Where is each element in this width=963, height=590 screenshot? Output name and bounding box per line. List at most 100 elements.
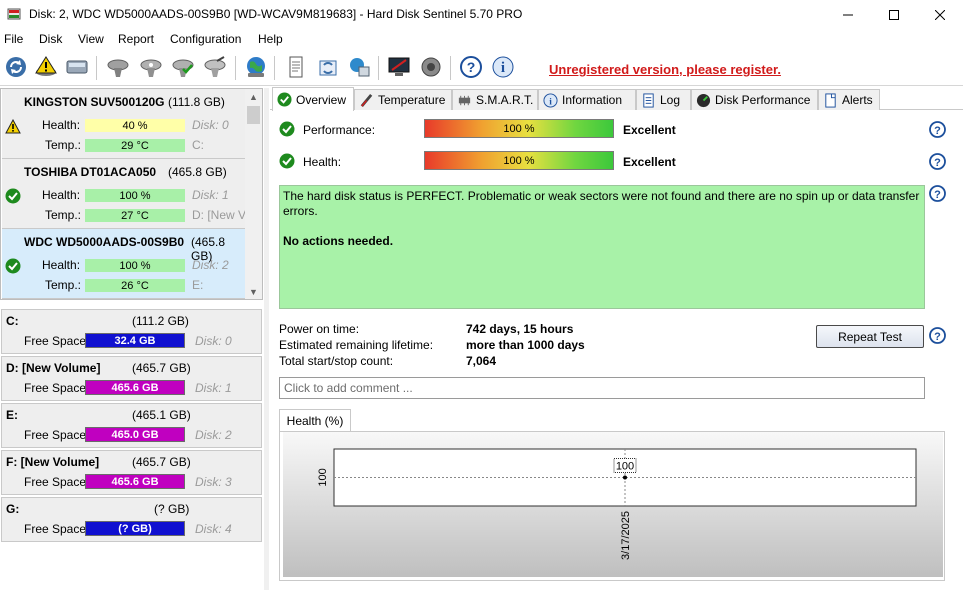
toolbar: ? i Unregistered version, please registe… [0, 50, 963, 86]
menu-report[interactable]: Report [118, 32, 154, 46]
volume-disk-ref: Disk: 0 [195, 334, 232, 348]
free-space-bar: 465.6 GB [85, 380, 185, 395]
comment-input[interactable]: Click to add comment ... [279, 377, 925, 399]
panel-splitter[interactable] [264, 88, 269, 590]
ok-check-icon [5, 258, 21, 274]
disk-item-toshiba[interactable]: TOSHIBA DT01ACA050 (465.8 GB) Health: 10… [2, 159, 246, 229]
status-description: The hard disk status is PERFECT. Problem… [279, 185, 925, 309]
volume-item-f[interactable]: F: [New Volume] (465.7 GB) Free Space 46… [1, 450, 262, 495]
health-gauge: 100 % [424, 151, 614, 170]
scroll-thumb[interactable] [247, 106, 260, 124]
tab-temperature[interactable]: Temperature [354, 89, 452, 110]
disk-ref: Disk: 1 [192, 188, 229, 202]
svg-text:?: ? [467, 59, 476, 75]
disk-tool-1-button[interactable] [104, 53, 132, 81]
help-icon[interactable]: ? [929, 121, 946, 138]
tab-overview[interactable]: Overview [272, 87, 354, 111]
disk-list-scrollbar[interactable]: ▲ ▼ [245, 89, 262, 299]
disk-size: (111.8 GB) [168, 95, 225, 109]
svg-text:?: ? [934, 189, 941, 201]
volume-item-c[interactable]: C: (111.2 GB) Free Space 32.4 GB Disk: 0 [1, 309, 262, 354]
network-report-button[interactable] [345, 53, 373, 81]
refresh-button[interactable] [2, 53, 30, 81]
menu-disk[interactable]: Disk [39, 32, 62, 46]
help-icon[interactable]: ? [929, 327, 946, 344]
disk-name: KINGSTON SUV500120G [24, 95, 165, 109]
disk-check-button[interactable] [169, 53, 197, 81]
temp-bar: 26 °C [85, 279, 185, 292]
disk-test-button[interactable] [137, 53, 165, 81]
tab-health-chart[interactable]: Health (%) [279, 409, 351, 432]
disk-button[interactable] [63, 53, 91, 81]
menu-file[interactable]: File [4, 32, 23, 46]
sound-button[interactable] [417, 53, 445, 81]
free-space-bar: 32.4 GB [85, 333, 185, 348]
info-button[interactable]: i [489, 53, 517, 81]
scroll-down-icon[interactable]: ▼ [249, 287, 258, 297]
log-page-icon [643, 92, 654, 108]
tab-label: Disk Performance [715, 93, 811, 107]
unregistered-link[interactable]: Unregistered version, please register. [549, 62, 781, 77]
disk-repair-button[interactable] [201, 53, 229, 81]
volume-item-e[interactable]: E: (465.1 GB) Free Space 465.0 GB Disk: … [1, 403, 262, 448]
help-icon[interactable]: ? [929, 153, 946, 170]
menu-configuration[interactable]: Configuration [170, 32, 241, 46]
help-icon[interactable]: ? [929, 185, 946, 202]
web-button[interactable] [242, 53, 270, 81]
toolbar-separator [235, 56, 236, 80]
repeat-test-button[interactable]: Repeat Test [816, 325, 924, 348]
alert-button[interactable] [32, 53, 60, 81]
tab-smart[interactable]: S.M.A.R.T. [452, 89, 538, 110]
disk-item-kingston[interactable]: KINGSTON SUV500120G (111.8 GB) Health: 4… [2, 89, 246, 159]
minimize-button[interactable] [825, 0, 871, 29]
temp-label: Temp.: [45, 208, 82, 222]
volume-item-d[interactable]: D: [New Volume] (465.7 GB) Free Space 46… [1, 356, 262, 401]
volume-item-g[interactable]: G: (? GB) Free Space (? GB) Disk: 4 [1, 497, 262, 542]
y-tick-label: 100 [317, 468, 329, 486]
toolbar-separator [378, 56, 379, 80]
health-chart: 100 3/17/2025 100 [283, 432, 943, 577]
warning-disk-icon [35, 56, 57, 76]
help-button[interactable]: ? [457, 53, 485, 81]
tab-disk-performance[interactable]: Disk Performance [691, 89, 818, 110]
terminal-button[interactable] [385, 53, 413, 81]
volume-size: (? GB) [154, 502, 190, 516]
maximize-icon [889, 9, 899, 20]
tab-log[interactable]: Log [636, 89, 691, 110]
speedometer-icon [696, 93, 711, 107]
tab-alerts[interactable]: Alerts [818, 89, 880, 110]
svg-text:i: i [549, 97, 552, 107]
disk-name: WDC WD5000AADS-00S9B0 [24, 235, 185, 249]
minimize-icon [843, 14, 853, 15]
toolbar-separator [274, 56, 275, 80]
menu-help[interactable]: Help [258, 32, 283, 46]
send-report-button[interactable] [314, 53, 342, 81]
thermometer-icon [360, 93, 373, 107]
drive-letters: E: [192, 278, 204, 292]
health-bar: 100 % [85, 259, 185, 272]
tab-label: Temperature [378, 93, 446, 107]
tab-information[interactable]: i Information [538, 89, 636, 110]
volume-size: (465.7 GB) [132, 455, 191, 469]
report-button[interactable] [282, 53, 310, 81]
drive-letters: D: [New V [192, 208, 247, 222]
disk-wrench-icon [204, 56, 226, 77]
health-label: Health: [42, 118, 81, 132]
disk-item-wdc[interactable]: WDC WD5000AADS-00S9B0 (465.8 GB) Health:… [2, 229, 246, 299]
drive-letters: C: [192, 138, 204, 152]
scroll-up-icon[interactable]: ▲ [249, 92, 258, 102]
ok-check-icon [279, 121, 295, 137]
volume-name: D: [New Volume] [6, 361, 101, 375]
close-icon [935, 9, 945, 20]
temp-label: Temp.: [45, 278, 82, 292]
info-icon: i [543, 92, 558, 108]
maximize-button[interactable] [871, 0, 917, 29]
info-icon: i [492, 56, 514, 78]
free-space-bar: (? GB) [85, 521, 185, 536]
svg-text:?: ? [934, 157, 941, 169]
menu-view[interactable]: View [78, 32, 104, 46]
volume-disk-ref: Disk: 4 [195, 522, 232, 536]
close-button[interactable] [917, 0, 963, 29]
toolbar-separator [96, 56, 97, 80]
globe-icon [247, 57, 265, 77]
